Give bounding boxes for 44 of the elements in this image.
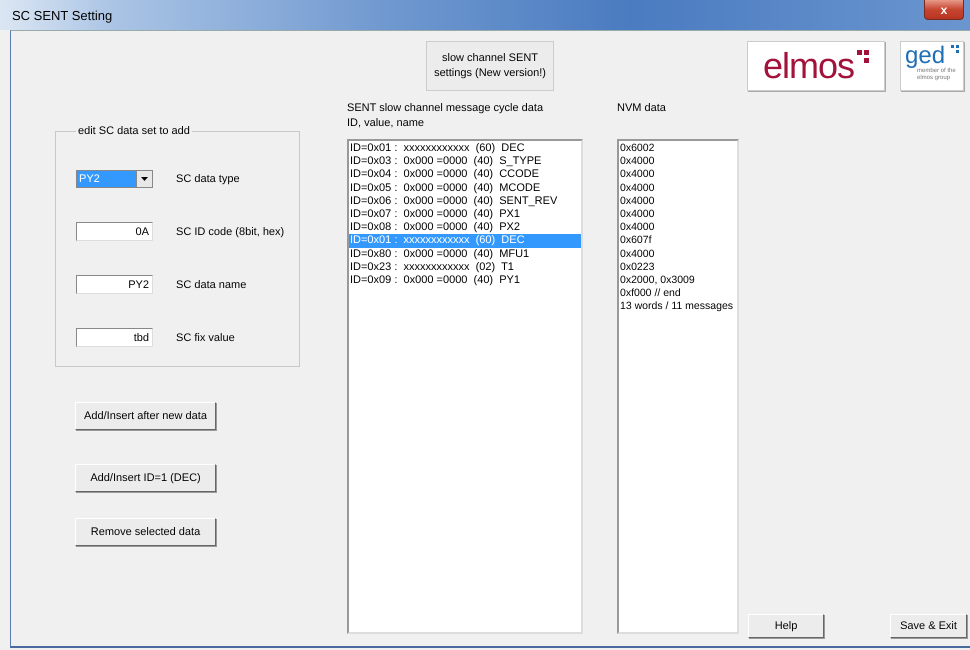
nvm-line: 0xf000 // end bbox=[619, 287, 682, 300]
message-row[interactable]: ID=0x06 : 0x000 =0000 (40) SENT_REV bbox=[349, 194, 581, 208]
message-row[interactable]: ID=0x03 : 0x000 =0000 (40) S_TYPE bbox=[349, 155, 581, 168]
list-subheading: ID, value, name bbox=[347, 116, 426, 131]
message-row[interactable]: ID=0x08 : 0x000 =0000 (40) PX2 bbox=[349, 221, 581, 234]
nvm-line: 0x607f bbox=[619, 234, 653, 248]
nvm-line: 0x4000 bbox=[619, 194, 656, 208]
group-legend: edit SC data set to add bbox=[76, 125, 192, 137]
nvm-line: 0x4000 bbox=[619, 168, 656, 182]
message-row[interactable]: ID=0x01 : xxxxxxxxxxxx (60) DEC bbox=[349, 142, 581, 156]
settings-button[interactable]: slow channel SENT settings (New version!) bbox=[426, 41, 554, 91]
help-button[interactable]: Help bbox=[748, 614, 824, 638]
nvm-line: 0x0223 bbox=[619, 260, 656, 274]
list-heading: SENT slow channel message cycle data bbox=[347, 101, 544, 116]
message-row[interactable]: ID=0x23 : xxxxxxxxxxxx (02) T1 bbox=[349, 260, 581, 274]
nvm-line: 0x4000 bbox=[619, 221, 656, 234]
input-field[interactable]: tbd bbox=[76, 328, 153, 347]
nvm-line: 13 words / 11 messages bbox=[619, 300, 734, 314]
field-label: SC ID code (8bit, hex) bbox=[176, 226, 284, 238]
message-row[interactable]: ID=0x80 : 0x000 =0000 (40) MFU1 bbox=[349, 248, 581, 261]
action-button[interactable]: Remove selected data bbox=[75, 518, 216, 546]
message-row[interactable]: ID=0x04 : 0x000 =0000 (40) CCODE bbox=[349, 168, 581, 182]
nvm-line: 0x4000 bbox=[619, 182, 656, 195]
action-button[interactable]: Add/Insert after new data bbox=[75, 402, 216, 430]
nvm-line: 0x2000, 0x3009 bbox=[619, 274, 696, 288]
nvm-line: 0x6002 bbox=[619, 142, 656, 156]
close-button[interactable]: x bbox=[924, 0, 964, 20]
message-row[interactable]: ID=0x09 : 0x000 =0000 (40) PY1 bbox=[349, 274, 581, 288]
nvm-line: 0x4000 bbox=[619, 208, 656, 222]
message-row[interactable]: ID=0x05 : 0x000 =0000 (40) MCODE bbox=[349, 182, 581, 195]
action-button[interactable]: Add/Insert ID=1 (DEC) bbox=[75, 464, 216, 492]
field-label: SC fix value bbox=[176, 332, 235, 344]
nvm-line: 0x4000 bbox=[619, 248, 656, 261]
caret-icon bbox=[141, 176, 148, 180]
nvm-heading: NVM data bbox=[617, 101, 667, 116]
message-row[interactable]: ID=0x07 : 0x000 =0000 (40) PX1 bbox=[349, 208, 581, 222]
input-field[interactable]: PY2 bbox=[76, 275, 153, 294]
nvm-line: 0x4000 bbox=[619, 155, 656, 168]
window-title: SC SENT Setting bbox=[12, 8, 112, 22]
field-label: SC data name bbox=[176, 278, 246, 290]
elmos-logo: elmos bbox=[747, 41, 885, 91]
input-field[interactable]: 0A bbox=[76, 222, 153, 241]
field-label: SC data type bbox=[176, 172, 240, 184]
save-exit-button[interactable]: Save & Exit bbox=[890, 614, 967, 638]
